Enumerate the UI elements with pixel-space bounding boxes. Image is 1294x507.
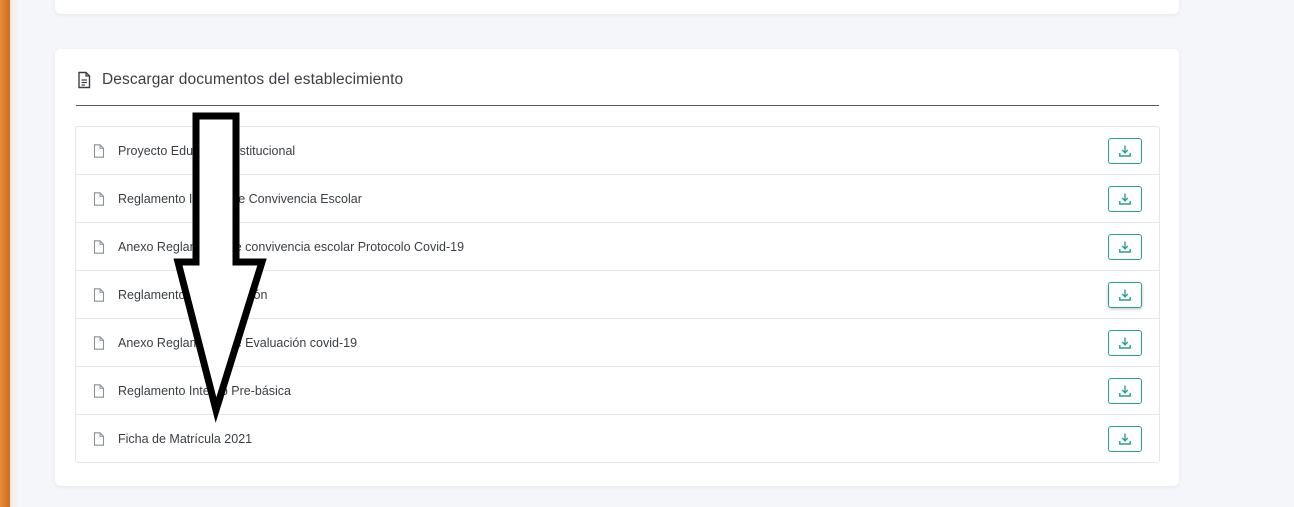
document-label[interactable]: Proyecto Educativo Institucional xyxy=(118,144,295,158)
download-button[interactable] xyxy=(1108,185,1142,212)
left-accent-bar xyxy=(0,0,10,507)
left-accent-shadow xyxy=(10,0,18,507)
document-row: Reglamento Interno de Convivencia Escola… xyxy=(76,175,1159,223)
download-button[interactable] xyxy=(1108,281,1142,308)
document-label[interactable]: Reglamento Interno Pre-básica xyxy=(118,384,291,398)
document-list: Proyecto Educativo Institucional Reglame… xyxy=(75,126,1160,463)
download-button[interactable] xyxy=(1108,137,1142,164)
document-row: Proyecto Educativo Institucional xyxy=(76,127,1159,175)
download-icon xyxy=(1119,385,1131,397)
previous-card xyxy=(55,0,1179,14)
document-row: Reglamento de Evaluación xyxy=(76,271,1159,319)
download-icon xyxy=(1119,433,1131,445)
download-button[interactable] xyxy=(1108,377,1142,404)
document-label[interactable]: Reglamento de Evaluación xyxy=(118,288,267,302)
file-icon xyxy=(93,239,105,254)
document-label[interactable]: Anexo Reglamento de Evaluación covid-19 xyxy=(118,336,357,350)
file-icon xyxy=(93,287,105,302)
download-icon xyxy=(1119,289,1131,301)
document-label[interactable]: Ficha de Matrícula 2021 xyxy=(118,432,252,446)
section-title: Descargar documentos del establecimiento xyxy=(102,71,404,88)
document-row: Anexo Reglamento de Evaluación covid-19 xyxy=(76,319,1159,367)
document-row: Ficha de Matrícula 2021 xyxy=(76,415,1159,462)
download-icon xyxy=(1119,241,1131,253)
document-row: Anexo Reglamento de convivencia escolar … xyxy=(76,223,1159,271)
file-icon xyxy=(93,383,105,398)
page: Descargar documentos del establecimiento… xyxy=(0,0,1294,507)
card-header: Descargar documentos del establecimiento xyxy=(76,71,1159,106)
document-row: Reglamento Interno Pre-básica xyxy=(76,367,1159,415)
file-icon xyxy=(93,143,105,158)
file-icon xyxy=(93,191,105,206)
file-icon xyxy=(93,431,105,446)
documents-card: Descargar documentos del establecimiento… xyxy=(55,49,1179,486)
download-icon xyxy=(1119,193,1131,205)
file-text-icon xyxy=(78,71,91,89)
document-label[interactable]: Anexo Reglamento de convivencia escolar … xyxy=(118,240,464,254)
download-button[interactable] xyxy=(1108,329,1142,356)
document-label[interactable]: Reglamento Interno de Convivencia Escola… xyxy=(118,192,362,206)
download-icon xyxy=(1119,145,1131,157)
file-icon xyxy=(93,335,105,350)
download-icon xyxy=(1119,337,1131,349)
download-button[interactable] xyxy=(1108,425,1142,452)
download-button[interactable] xyxy=(1108,233,1142,260)
